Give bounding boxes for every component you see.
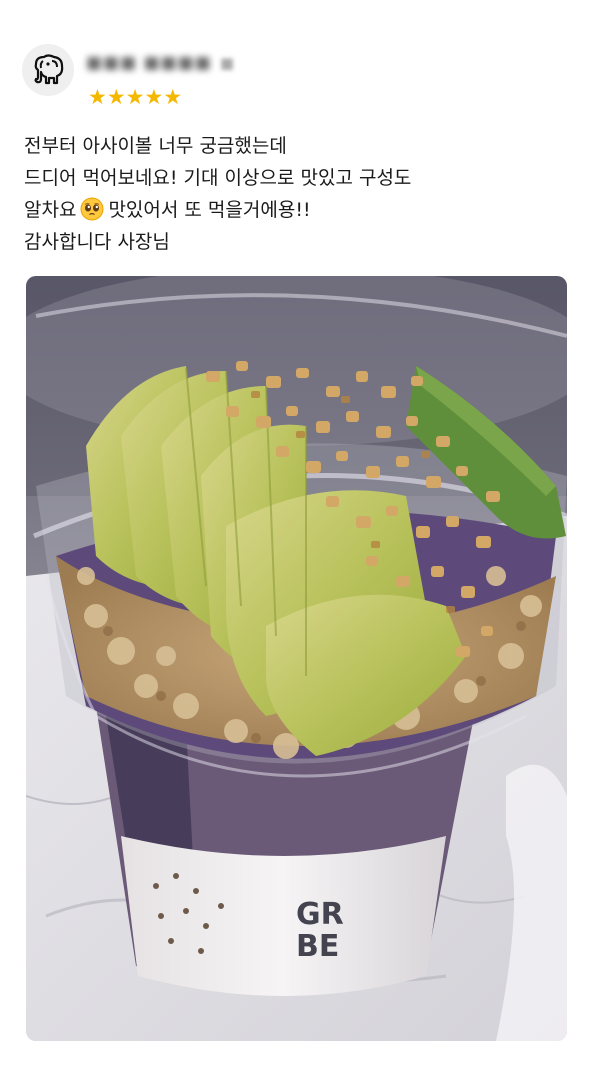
reviewer-name-text: ■■■ ■■■■ — [86, 53, 212, 73]
reviewer-name-extra: ■ — [219, 54, 235, 72]
review-line: 드디어 먹어보네요! 기대 이상으로 맛있고 구성도 — [24, 167, 412, 189]
star-rating: ★ ★ ★ ★ ★ — [88, 86, 182, 108]
review-line-text: 맛있어서 또 먹을거에용!! — [108, 199, 311, 221]
reviewer-name[interactable]: ■■■ ■■■■ ■ — [86, 52, 234, 74]
reviewer-avatar[interactable] — [22, 44, 74, 96]
cup-label: BE — [296, 929, 339, 964]
star-icon: ★ — [144, 85, 164, 109]
review-card: ■■■ ■■■■ ■ ★ ★ ★ ★ ★ 전부터 아사이볼 너무 궁금했는데 드… — [0, 0, 600, 1080]
review-text: 전부터 아사이볼 너무 궁금했는데 드디어 먹어보네요! 기대 이상으로 맛있고… — [24, 130, 574, 258]
star-icon: ★ — [106, 85, 126, 109]
pleading-face-emoji — [80, 197, 104, 221]
elephant-icon — [34, 54, 64, 85]
review-line: 알차요 맛있어서 또 먹을거에용!! — [24, 194, 574, 226]
cup-label: GR — [296, 897, 344, 932]
photo-illustration: GR BE — [26, 276, 567, 1041]
acai-bowl-photo[interactable]: GR BE — [26, 276, 567, 1041]
review-line: 감사합니다 사장님 — [24, 231, 170, 253]
star-icon: ★ — [163, 85, 183, 109]
star-icon: ★ — [125, 85, 145, 109]
review-line: 전부터 아사이볼 너무 궁금했는데 — [24, 135, 287, 157]
review-line-text: 알차요 — [24, 199, 77, 221]
star-icon: ★ — [88, 85, 107, 109]
